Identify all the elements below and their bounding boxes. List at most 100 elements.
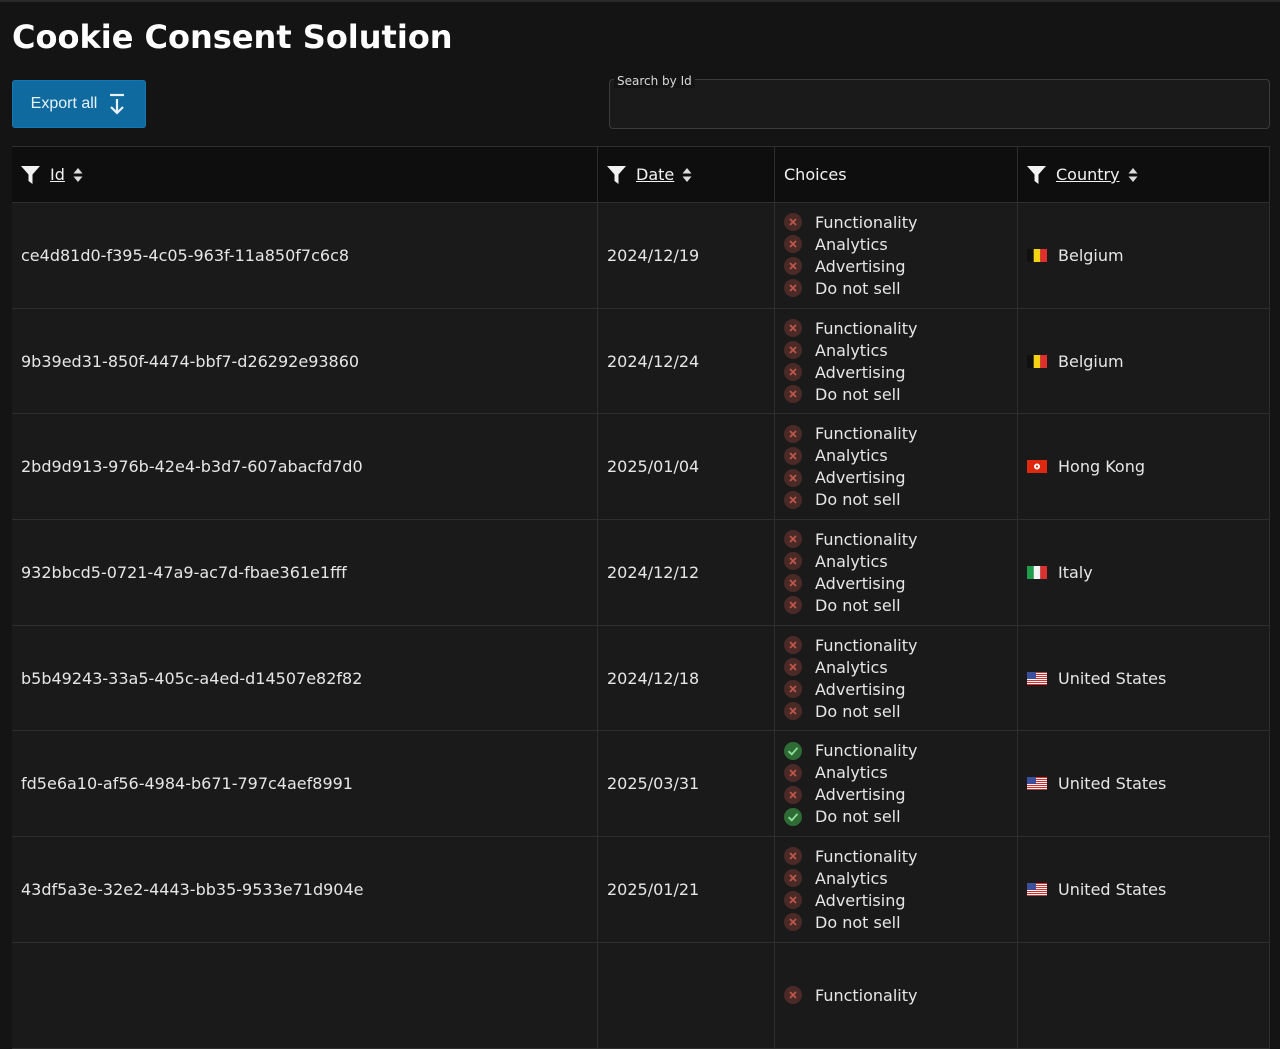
x-circle-icon [784, 785, 802, 804]
consent-id: 43df5a3e-32e2-4443-bb35-9533e71d904e [21, 879, 364, 899]
choice-item: Advertising [784, 678, 918, 700]
cell-country: Hong Kong [1018, 414, 1270, 520]
choice-label: Analytics [815, 234, 888, 254]
choice-label: Functionality [815, 318, 918, 338]
column-header-country: Country [1018, 147, 1270, 202]
table-row[interactable]: 43df5a3e-32e2-4443-bb35-9533e71d904e 2025… [12, 837, 1270, 943]
page-title: Cookie Consent Solution [12, 18, 453, 56]
country-name: United States [1058, 879, 1167, 899]
consent-date: 2025/01/21 [607, 879, 700, 899]
choice-label: Do not sell [815, 278, 901, 298]
table-row[interactable]: 9b39ed31-850f-4474-bbf7-d26292e93860 2024… [12, 308, 1270, 415]
cell-country: Italy [1018, 520, 1270, 625]
consent-table: Id Date Choices Country ce4d81d0-f395-4c… [12, 146, 1270, 1049]
table-row[interactable]: 932bbcd5-0721-47a9-ac7d-fbae361e1fff 2024… [12, 520, 1270, 626]
x-circle-icon [784, 490, 802, 509]
sort-by-date-link[interactable]: Date [636, 165, 674, 184]
cell-date: 2024/12/24 [598, 308, 775, 414]
choice-label: Functionality [815, 741, 918, 761]
x-circle-icon [784, 702, 802, 721]
choice-label: Advertising [815, 679, 906, 699]
cell-id: 9b39ed31-850f-4474-bbf7-d26292e93860 [12, 308, 598, 414]
choices-list: Functionality Analytics Advertising Do not … [784, 211, 918, 299]
search-input[interactable] [618, 94, 1262, 122]
table-row[interactable]: fd5e6a10-af56-4984-b671-797c4aef8991 2025… [12, 731, 1270, 838]
consent-date: 2025/03/31 [607, 774, 700, 794]
table-row[interactable]: 2bd9d913-976b-42e4-b3d7-607abacfd7d0 2025… [12, 414, 1270, 521]
choice-item: Do not sell [784, 594, 918, 616]
choice-item: Functionality [784, 845, 918, 867]
search-label: Search by Id [614, 74, 695, 88]
choice-label: Do not sell [815, 807, 901, 827]
choice-label: Advertising [815, 890, 906, 910]
flag-us-icon [1027, 882, 1047, 896]
table-row[interactable]: b5b49243-33a5-405c-a4ed-d14507e82f82 2024… [12, 625, 1270, 732]
column-header-date: Date [598, 147, 775, 202]
column-header-choices: Choices [775, 147, 1018, 202]
column-header-id: Id [12, 147, 598, 202]
x-circle-icon [784, 763, 802, 782]
cell-country: United States [1018, 625, 1270, 731]
filter-icon[interactable] [1027, 165, 1046, 184]
table-row[interactable]: Functionality [12, 942, 1270, 1049]
x-circle-icon [784, 913, 802, 932]
choice-item: Do not sell [784, 277, 918, 299]
choice-label: Advertising [815, 785, 906, 805]
cell-id: b5b49243-33a5-405c-a4ed-d14507e82f82 [12, 625, 598, 731]
sort-by-country-link[interactable]: Country [1056, 165, 1120, 184]
check-circle-icon [784, 741, 802, 760]
cell-date: 2025/03/31 [598, 731, 775, 837]
search-field[interactable]: Search by Id [609, 74, 1270, 129]
choice-item: Analytics [784, 550, 918, 572]
cell-date: 2024/12/12 [598, 520, 775, 625]
choice-item: Analytics [784, 762, 918, 784]
choice-item: Analytics [784, 656, 918, 678]
filter-icon[interactable] [607, 165, 626, 184]
cell-id [12, 942, 598, 1048]
choices-list: Functionality Analytics Advertising Do not … [784, 528, 918, 616]
cell-id: ce4d81d0-f395-4c05-963f-11a850f7c6c8 [12, 203, 598, 308]
choices-list: Functionality Analytics Advertising Do not … [784, 845, 918, 933]
choice-item: Do not sell [784, 911, 918, 933]
filter-icon[interactable] [21, 165, 40, 184]
choice-item: Do not sell [784, 383, 918, 405]
export-all-button[interactable]: Export all [12, 80, 146, 128]
x-circle-icon [784, 424, 802, 443]
sort-by-id-link[interactable]: Id [50, 165, 65, 184]
x-circle-icon [784, 596, 802, 615]
x-circle-icon [784, 658, 802, 677]
sort-icon[interactable] [73, 167, 83, 183]
x-circle-icon [784, 319, 802, 338]
cell-choices: Functionality Analytics Advertising Do not … [775, 520, 1018, 625]
choices-list: Functionality Analytics Advertising Do not … [784, 317, 918, 405]
choice-item: Advertising [784, 361, 918, 383]
x-circle-icon [784, 341, 802, 360]
country-name: United States [1058, 774, 1167, 794]
choice-label: Do not sell [815, 912, 901, 932]
sort-icon[interactable] [1128, 167, 1138, 183]
x-circle-icon [784, 986, 802, 1005]
choice-item: Functionality [784, 317, 918, 339]
cell-id: fd5e6a10-af56-4984-b671-797c4aef8991 [12, 731, 598, 837]
table-row[interactable]: ce4d81d0-f395-4c05-963f-11a850f7c6c8 2024… [12, 203, 1270, 309]
choice-label: Analytics [815, 551, 888, 571]
cell-country: Belgium [1018, 203, 1270, 308]
choice-item: Functionality [784, 211, 918, 233]
check-circle-icon [784, 807, 802, 826]
choices-list: Functionality Analytics Advertising Do not … [784, 634, 918, 722]
x-circle-icon [784, 891, 802, 910]
cell-choices: Functionality Analytics Advertising Do not … [775, 731, 1018, 837]
choice-label: Advertising [815, 573, 906, 593]
x-circle-icon [784, 552, 802, 571]
choice-item: Functionality [784, 740, 918, 762]
consent-date: 2025/01/04 [607, 457, 700, 477]
sort-icon[interactable] [682, 167, 692, 183]
choice-item: Do not sell [784, 806, 918, 828]
choices-list: Functionality [784, 984, 918, 1006]
consent-date: 2024/12/19 [607, 245, 700, 265]
flag-hk-icon [1027, 460, 1047, 474]
consent-date: 2024/12/24 [607, 351, 700, 371]
x-circle-icon [784, 279, 802, 298]
x-circle-icon [784, 363, 802, 382]
country-name: United States [1058, 668, 1167, 688]
